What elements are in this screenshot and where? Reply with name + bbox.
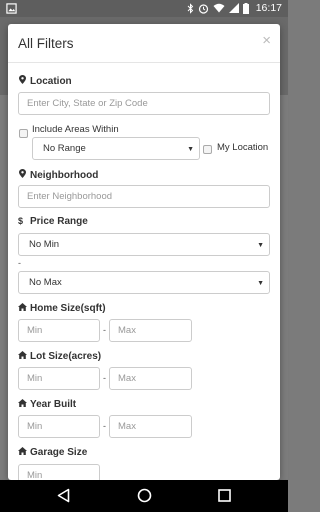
home-icon — [18, 447, 27, 455]
clock: 16:17 — [255, 2, 282, 14]
lot-size-separator: - — [103, 373, 106, 383]
lot-size-max-input[interactable]: Max — [109, 367, 192, 390]
all-filters-modal: All Filters × Location Enter City, State… — [8, 24, 280, 480]
home-icon — [18, 399, 27, 407]
price-min-select[interactable]: No Min ▼ — [18, 233, 270, 256]
dollar-icon: $ — [18, 216, 24, 226]
modal-title: All Filters — [18, 36, 74, 51]
chevron-down-icon: ▼ — [187, 146, 194, 153]
image-icon — [6, 3, 17, 14]
modal-header: All Filters × — [8, 24, 280, 63]
year-built-separator: - — [103, 421, 106, 431]
chevron-down-icon: ▼ — [257, 280, 264, 287]
home-size-min-input[interactable]: Min — [18, 319, 100, 342]
neighborhood-input[interactable]: Enter Neighborhood — [18, 185, 270, 208]
garage-size-label: Garage Size — [18, 447, 87, 458]
recents-icon[interactable] — [218, 489, 231, 502]
home-size-separator: - — [103, 325, 106, 335]
year-built-max-input[interactable]: Max — [109, 415, 192, 438]
neighborhood-label: Neighborhood — [18, 169, 98, 181]
map-marker-icon — [19, 75, 26, 84]
close-icon[interactable]: × — [262, 32, 271, 49]
year-built-label: Year Built — [18, 399, 76, 410]
chevron-down-icon: ▼ — [257, 242, 264, 249]
home-size-max-input[interactable]: Max — [109, 319, 192, 342]
home-button-icon[interactable] — [137, 488, 152, 503]
my-location-checkbox[interactable] — [203, 145, 212, 154]
back-icon[interactable] — [57, 488, 70, 503]
bluetooth-icon — [187, 2, 193, 14]
navigation-bar — [0, 480, 288, 512]
wifi-icon — [213, 3, 225, 13]
garage-size-min-input[interactable]: Min — [18, 464, 100, 480]
alarm-icon — [198, 3, 208, 14]
home-icon — [18, 303, 27, 311]
lot-size-label: Lot Size(acres) — [18, 351, 101, 362]
map-marker-icon — [19, 169, 26, 178]
home-icon — [18, 351, 27, 359]
location-input[interactable]: Enter City, State or Zip Code — [18, 92, 270, 115]
include-areas-checkbox[interactable] — [19, 129, 28, 138]
year-built-min-input[interactable]: Min — [18, 415, 100, 438]
signal-icon — [228, 3, 239, 13]
lot-size-min-input[interactable]: Min — [18, 367, 100, 390]
range-select[interactable]: No Range ▼ — [32, 137, 200, 160]
price-separator: - — [18, 258, 21, 268]
my-location-label: My Location — [217, 142, 269, 153]
home-size-label: Home Size(sqft) — [18, 303, 106, 314]
include-areas-label: Include Areas Within — [32, 124, 119, 135]
price-range-label: $ Price Range — [18, 216, 88, 227]
price-max-select[interactable]: No Max ▼ — [18, 271, 270, 294]
battery-icon — [242, 2, 249, 14]
location-label: Location — [18, 75, 72, 87]
status-bar: 16:17 — [0, 0, 288, 17]
